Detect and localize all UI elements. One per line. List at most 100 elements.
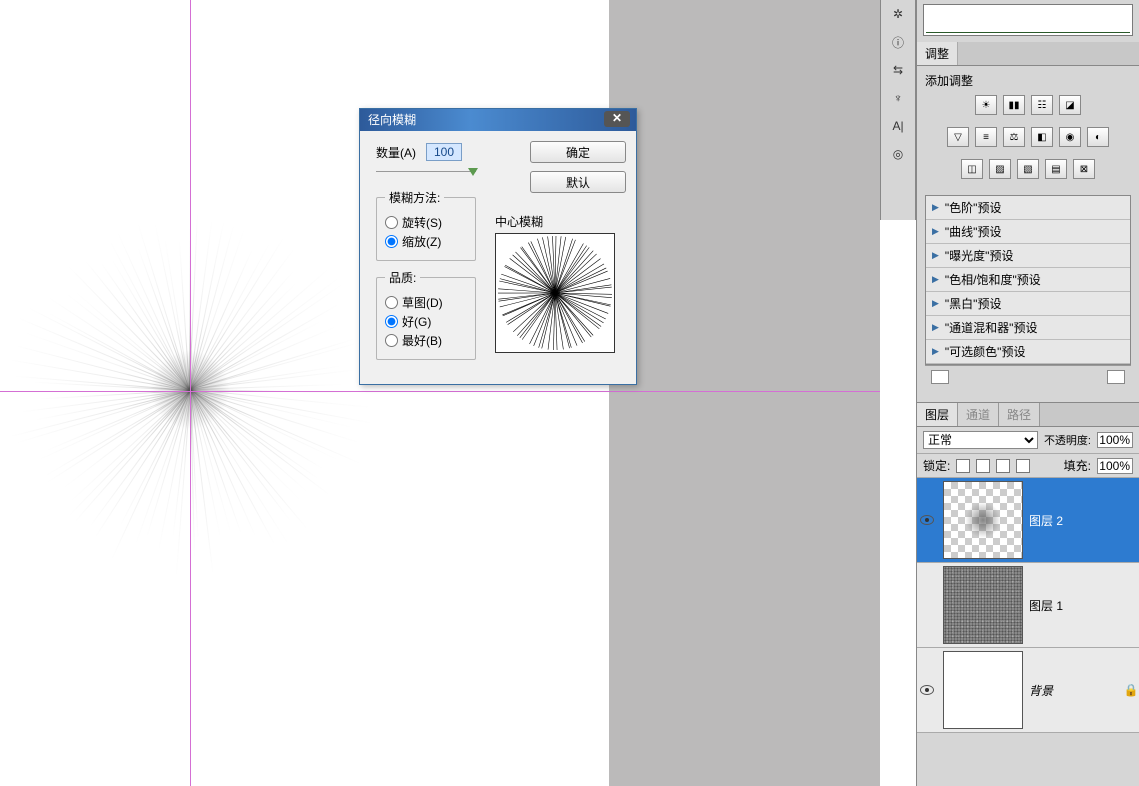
lock-transparency-icon[interactable] — [956, 459, 970, 473]
layer-list: 图层 2 图层 1 背景🔒 — [917, 478, 1139, 733]
layer-row[interactable]: 图层 2 — [917, 478, 1139, 563]
toolstrip-item-2[interactable]: ⇆ — [885, 59, 911, 81]
layer-row[interactable]: 背景🔒 — [917, 648, 1139, 733]
layer-visibility[interactable] — [917, 685, 937, 695]
preset-item[interactable]: ▶"黑白"预设 — [926, 292, 1130, 316]
preset-label: "黑白"预设 — [945, 295, 1002, 312]
layer-name[interactable]: 背景 — [1029, 682, 1123, 699]
radio-best[interactable]: 最好(B) — [385, 332, 467, 349]
preset-item[interactable]: ▶ "色阶"预设 — [926, 196, 1130, 220]
radio-draft[interactable]: 草图(D) — [385, 294, 467, 311]
dialog-title-text: 径向模糊 — [368, 113, 416, 127]
center-blur-label: 中心模糊 — [495, 213, 543, 230]
adjustment-icon[interactable]: ▽ — [947, 127, 969, 147]
layers-tabs: 图层通道路径 — [917, 402, 1139, 427]
adjustment-icon[interactable]: ⊠ — [1073, 159, 1095, 179]
adjustment-icon[interactable]: ◉ — [1059, 127, 1081, 147]
adjustment-icon-grid: ☀ ▮▮ ☷ ◪ ▽ ≡ ⚖ ◧ ◉ ◐ ◫ ▨ ▧ ▤ ⊠ — [925, 95, 1131, 185]
lock-position-icon[interactable] — [996, 459, 1010, 473]
adjustments-tabs: 调整 — [917, 42, 1139, 66]
adjustment-icon[interactable]: ☷ — [1031, 95, 1053, 115]
expand-icon: ▶ — [932, 274, 939, 285]
blend-mode-select[interactable]: 正常 — [923, 431, 1038, 449]
add-adjustment-label: 添加调整 — [925, 72, 1131, 89]
opacity-label: 不透明度: — [1044, 432, 1091, 448]
amount-slider[interactable] — [376, 167, 476, 181]
adjustment-icon[interactable]: ▨ — [989, 159, 1011, 179]
lock-all-icon[interactable] — [1016, 459, 1030, 473]
opacity-input[interactable] — [1097, 432, 1133, 448]
adjustment-icon[interactable]: ▤ — [1045, 159, 1067, 179]
radio-zoom[interactable]: 缩放(Z) — [385, 233, 467, 250]
layer-name[interactable]: 图层 1 — [1029, 597, 1123, 614]
radial-blur-dialog: 径向模糊 ✕ 确定 默认 数量(A) 模糊方法: 旋转(S) 缩放(Z) — [359, 108, 637, 385]
blur-center-preview[interactable] — [495, 233, 615, 353]
histogram — [923, 4, 1133, 36]
ok-button[interactable]: 确定 — [530, 141, 626, 163]
dialog-titlebar[interactable]: 径向模糊 ✕ — [360, 109, 636, 131]
layer-thumbnail[interactable] — [943, 481, 1023, 559]
preset-label: "通道混和器"预设 — [945, 319, 1038, 336]
layer-thumbnail[interactable] — [943, 651, 1023, 729]
fill-input[interactable] — [1097, 458, 1133, 474]
fill-label: 填充: — [1064, 457, 1091, 474]
slider-thumb[interactable] — [468, 168, 478, 176]
toolstrip-item-0[interactable]: ✲ — [885, 3, 911, 25]
amount-input[interactable] — [426, 143, 462, 161]
close-icon[interactable]: ✕ — [604, 111, 630, 127]
blur-method-group: 模糊方法: 旋转(S) 缩放(Z) — [376, 189, 476, 261]
adjustment-icon[interactable]: ☀ — [975, 95, 997, 115]
toolstrip-item-4[interactable]: A| — [885, 115, 911, 137]
layer-visibility[interactable] — [917, 515, 937, 525]
preset-label: "可选颜色"预设 — [945, 343, 1026, 360]
toolstrip-item-5[interactable]: ◎ — [885, 143, 911, 165]
lock-label: 锁定: — [923, 457, 950, 474]
preset-label: "色阶"预设 — [945, 199, 1002, 216]
adjustment-presets: ▶"色阶"预设▶"曲线"预设▶"曝光度"预设▶"色相/饱和度"预设▶"黑白"预设… — [925, 195, 1131, 365]
adjustment-icon[interactable]: ▮▮ — [1003, 95, 1025, 115]
preset-label: "曝光度"预设 — [945, 247, 1014, 264]
layer-row[interactable]: 图层 1 — [917, 563, 1139, 648]
preset-item[interactable]: ▶ "曝光度"预设 — [926, 244, 1130, 268]
expand-icon: ▶ — [932, 346, 939, 357]
radio-good[interactable]: 好(G) — [385, 313, 467, 330]
tab-图层[interactable]: 图层 — [917, 403, 958, 426]
blur-method-legend: 模糊方法: — [385, 189, 444, 206]
tab-路径[interactable]: 路径 — [999, 403, 1040, 426]
quality-group: 品质: 草图(D) 好(G) 最好(B) — [376, 269, 476, 360]
preset-item[interactable]: ▶"曲线"预设 — [926, 220, 1130, 244]
right-panels: 调整 添加调整 ☀▮▮☷◪▽≡⚖◧◉◐◫▨▧▤⊠ ▶"色阶"预设▶"曲线"预设▶… — [916, 0, 1139, 786]
expand-icon: ▶ — [932, 202, 939, 213]
lock-icon: 🔒 — [1123, 683, 1139, 697]
lock-pixels-icon[interactable] — [976, 459, 990, 473]
default-button[interactable]: 默认 — [530, 171, 626, 193]
tab-通道[interactable]: 通道 — [958, 403, 999, 426]
guide-vertical[interactable] — [190, 0, 191, 786]
layer-thumbnail[interactable] — [943, 566, 1023, 644]
adjustment-icon[interactable]: ≡ — [975, 127, 997, 147]
adjustment-icon[interactable]: ▧ — [1017, 159, 1039, 179]
toolstrip-item-3[interactable]: ♆ — [885, 87, 911, 109]
eye-icon — [920, 515, 934, 525]
radio-spin[interactable]: 旋转(S) — [385, 214, 467, 231]
adjustment-icon[interactable]: ◪ — [1059, 95, 1081, 115]
preset-item[interactable]: ▶ "可选颜色"预设 — [926, 340, 1130, 364]
preset-item[interactable]: ▶"通道混和器"预设 — [926, 316, 1130, 340]
quality-legend: 品质: — [385, 269, 420, 286]
guide-horizontal[interactable] — [0, 391, 880, 392]
expand-icon: ▶ — [932, 250, 939, 261]
preset-footer-icon-right[interactable] — [1107, 370, 1125, 384]
preset-label: "色相/饱和度"预设 — [945, 271, 1041, 288]
preset-item[interactable]: ▶ "色相/饱和度"预设 — [926, 268, 1130, 292]
layer-name[interactable]: 图层 2 — [1029, 512, 1123, 529]
vertical-toolstrip: ✲ ⓘ ⇆ ♆ A| ◎ — [880, 0, 916, 220]
amount-label: 数量(A) — [376, 144, 416, 161]
expand-icon: ▶ — [932, 226, 939, 237]
adjustment-icon[interactable]: ⚖ — [1003, 127, 1025, 147]
preset-footer-icon-left[interactable] — [931, 370, 949, 384]
toolstrip-item-1[interactable]: ⓘ — [885, 31, 911, 53]
adjustment-icon[interactable]: ◫ — [961, 159, 983, 179]
adjustment-icon[interactable]: ◐ — [1087, 127, 1109, 147]
adjustment-icon[interactable]: ◧ — [1031, 127, 1053, 147]
tab-adjustments[interactable]: 调整 — [917, 42, 958, 65]
